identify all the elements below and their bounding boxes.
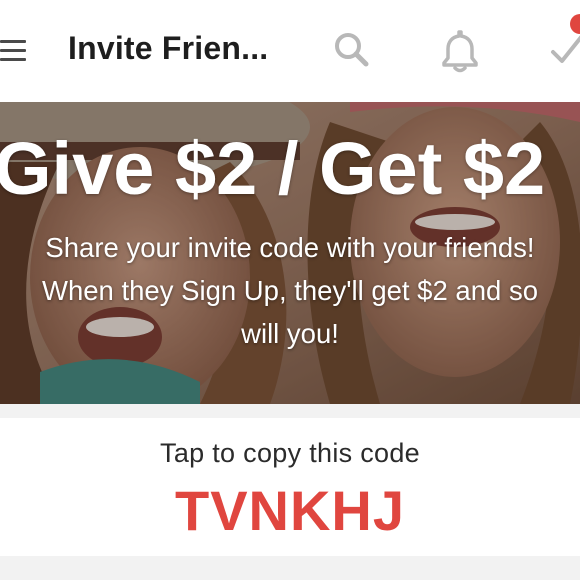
app-bar: Invite Frien... — [0, 0, 580, 103]
search-icon[interactable] — [330, 28, 376, 74]
promo-banner: Give $2 / Get $2 Share your invite code … — [0, 102, 580, 404]
copy-code-label: Tap to copy this code — [160, 438, 420, 468]
bell-icon[interactable] — [437, 28, 483, 74]
invite-friends-screen: Invite Frien... Give $2 / Get $2 Share y… — [0, 0, 580, 580]
hamburger-menu-icon[interactable] — [0, 36, 28, 66]
invite-code[interactable]: TVNKHJ — [0, 478, 580, 543]
promo-headline: Give $2 / Get $2 — [0, 127, 546, 210]
promo-description: Share your invite code with your friends… — [42, 232, 538, 349]
invite-code-card[interactable]: Tap to copy this code TVNKHJ — [0, 418, 580, 556]
checkmark-icon[interactable] — [548, 28, 580, 74]
page-title: Invite Frien... — [68, 30, 269, 66]
